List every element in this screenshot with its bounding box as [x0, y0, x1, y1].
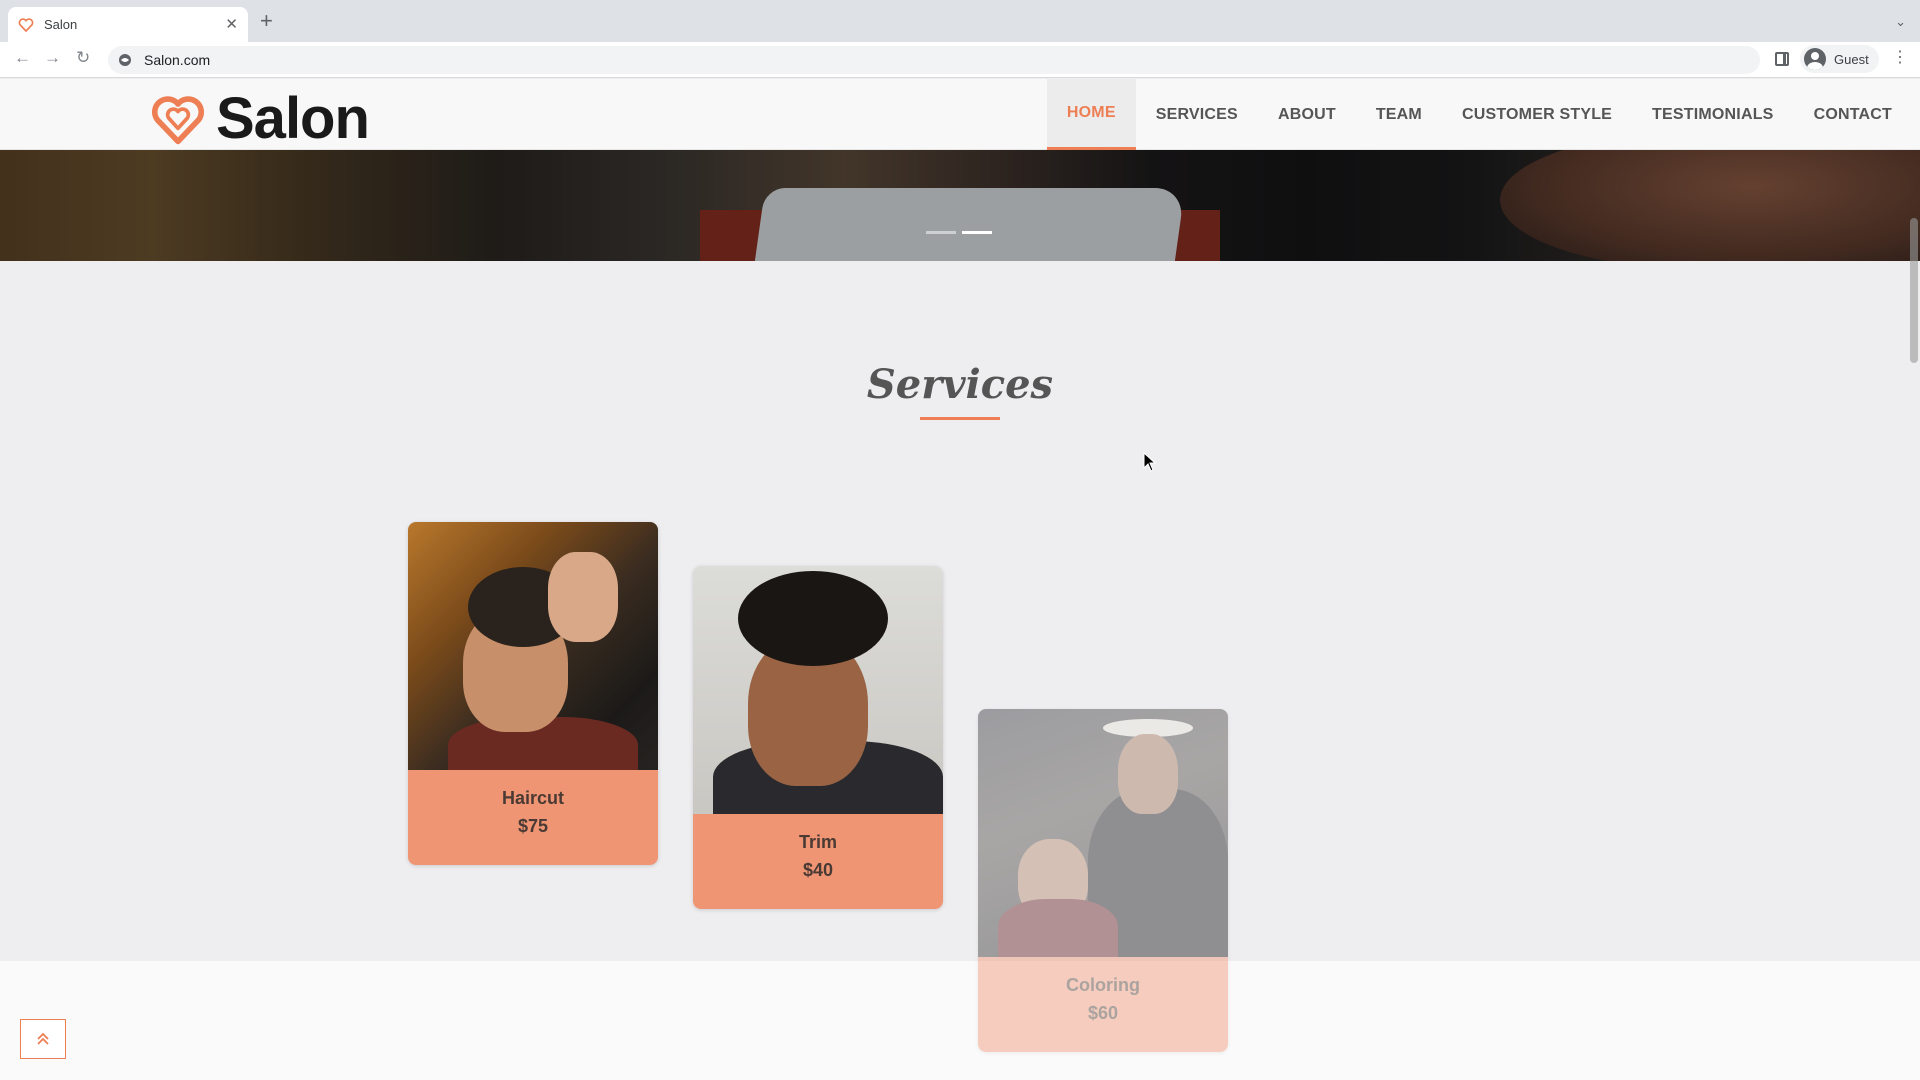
browser-tab[interactable]: Salon ✕: [8, 7, 248, 42]
site-logo[interactable]: Salon: [150, 85, 370, 152]
hero-slider: [0, 150, 1920, 261]
new-tab-icon[interactable]: +: [260, 10, 273, 32]
service-price: $40: [802, 860, 834, 880]
service-name: Haircut: [501, 788, 564, 808]
profile-button[interactable]: Guest: [1800, 45, 1879, 73]
browser-tab-bar: Salon ✕ + ⌄: [0, 0, 1920, 42]
url-text: Salon.com: [144, 52, 211, 68]
double-chevron-up-icon: [37, 1032, 49, 1045]
site-header: Salon HOME SERVICES ABOUT TEAM CUSTOMER …: [0, 79, 1920, 152]
address-bar[interactable]: Salon.com: [108, 46, 1760, 74]
slider-dot-active[interactable]: [962, 231, 992, 234]
service-name: Trim: [798, 832, 837, 852]
tab-search-chevron-icon[interactable]: ⌄: [1895, 14, 1906, 30]
trim-photo: [693, 566, 943, 814]
side-panel-icon[interactable]: [1775, 52, 1789, 66]
site-info-icon[interactable]: [118, 53, 132, 67]
section-title: Services: [866, 361, 1054, 408]
service-price: $60: [1087, 1003, 1119, 1023]
nav-home[interactable]: HOME: [1046, 79, 1136, 150]
card-body: Trim $40: [693, 814, 943, 909]
nav-customer-style[interactable]: CUSTOMER STYLE: [1442, 79, 1632, 150]
nav-about[interactable]: ABOUT: [1258, 79, 1356, 150]
nav-team[interactable]: TEAM: [1356, 79, 1442, 150]
back-to-top-button[interactable]: [20, 1019, 66, 1059]
heart-favicon-icon: [18, 17, 34, 33]
nav-services[interactable]: SERVICES: [1136, 79, 1258, 150]
heart-logo-icon: [151, 95, 205, 144]
main-nav: HOME SERVICES ABOUT TEAM CUSTOMER STYLE …: [1046, 79, 1912, 150]
slider-pagination: [926, 231, 992, 234]
services-section: Services: [0, 261, 1920, 961]
tab-title: Salon: [44, 17, 78, 32]
service-price: $75: [517, 816, 549, 836]
haircut-photo: [408, 522, 658, 770]
avatar-icon: [1804, 48, 1826, 70]
next-section-band: [0, 961, 1920, 1080]
slider-dot[interactable]: [926, 231, 956, 234]
service-card-trim[interactable]: Trim $40: [693, 566, 943, 909]
forward-arrow-icon[interactable]: →: [44, 49, 61, 66]
card-body: Haircut $75: [408, 770, 658, 865]
coloring-photo: [978, 709, 1228, 957]
service-card-coloring[interactable]: Coloring $60: [978, 709, 1228, 1052]
title-underline: [920, 417, 1000, 420]
nav-contact[interactable]: CONTACT: [1794, 79, 1912, 150]
logo-text: Salon: [216, 86, 370, 151]
browser-toolbar: ← → ↻ Salon.com Guest ⋮: [0, 42, 1920, 78]
close-tab-icon[interactable]: ✕: [225, 17, 238, 32]
back-arrow-icon[interactable]: ←: [14, 49, 31, 66]
mouse-cursor-icon: [1143, 452, 1157, 472]
profile-name: Guest: [1834, 51, 1869, 67]
reload-icon[interactable]: ↻: [76, 49, 90, 66]
nav-testimonials[interactable]: TESTIMONIALS: [1632, 79, 1794, 150]
service-name: Coloring: [1066, 975, 1140, 995]
service-card-haircut[interactable]: Haircut $75: [408, 522, 658, 865]
more-menu-icon[interactable]: ⋮: [1892, 50, 1908, 66]
scrollbar-thumb[interactable]: [1910, 218, 1918, 363]
card-body: Coloring $60: [978, 957, 1228, 1052]
